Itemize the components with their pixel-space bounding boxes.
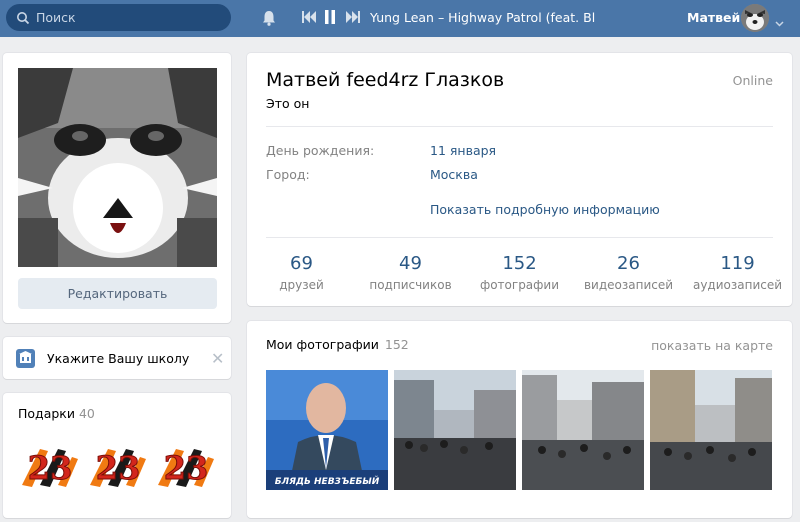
birthday-value[interactable]: 11 января [430,143,496,158]
photos-title[interactable]: Мои фотографии 152 [266,337,409,352]
header-avatar[interactable] [741,4,769,32]
bell-icon[interactable] [260,9,278,27]
photo-thumbnail[interactable] [522,370,644,490]
gift-item[interactable]: 23 [20,441,80,491]
profile-info-card: Матвей feed4rz Глазков Online Это он Ден… [247,53,792,306]
counter-audios[interactable]: 119 аудиозаписей [683,253,792,292]
edit-profile-button[interactable]: Редактировать [18,278,217,309]
search-box[interactable] [6,4,231,31]
counter-followers[interactable]: 49 подписчиков [356,253,465,292]
show-on-map-link[interactable]: показать на карте [651,338,773,353]
profile-name: Матвей feed4rz Глазков [266,69,505,91]
profile-photo-card: Редактировать [3,53,231,323]
birthday-label: День рождения: [266,143,375,158]
city-value[interactable]: Москва [430,167,478,182]
online-status: Online [732,73,773,88]
header-user-name[interactable]: Матвей [687,10,740,25]
divider [266,126,773,127]
gift-item[interactable]: 23 [156,441,216,491]
profile-avatar[interactable] [18,68,217,267]
gifts-card: Подарки 40 23 23 23 [3,393,231,518]
search-icon [16,11,30,25]
pause-icon[interactable] [324,9,340,25]
audio-player-controls [302,9,368,25]
photos-card: Мои фотографии 152 показать на карте БЛЯД… [247,321,792,518]
counter-videos[interactable]: 26 видеозаписей [574,253,683,292]
svg-text:БЛЯДЬ НЕВЗЪЕБЫЙ: БЛЯДЬ НЕВЗЪЕБЫЙ [275,475,380,487]
school-icon [16,349,35,368]
school-prompt[interactable]: Укажите Вашу школу ✕ [3,337,231,379]
photo-thumbnail[interactable] [650,370,772,490]
photo-thumbnail[interactable] [394,370,516,490]
search-input[interactable] [36,10,216,25]
previous-icon[interactable] [302,9,318,25]
now-playing-track[interactable]: Yung Lean – Highway Patrol (feat. Bla... [370,10,595,25]
photo-thumbnail[interactable]: БЛЯДЬ НЕВЗЪЕБЫЙ [266,370,388,490]
counter-friends[interactable]: 69 друзей [247,253,356,292]
svg-text:23: 23 [96,449,141,487]
counter-photos[interactable]: 152 фотографии [465,253,574,292]
chevron-down-icon[interactable] [775,15,784,30]
city-label: Город: [266,167,310,182]
top-bar: Yung Lean – Highway Patrol (feat. Bla...… [0,0,800,37]
divider [266,237,773,238]
close-icon[interactable]: ✕ [211,349,224,368]
gifts-title[interactable]: Подарки 40 [18,406,95,421]
profile-status[interactable]: Это он [266,96,309,111]
svg-text:23: 23 [164,449,209,487]
school-prompt-text[interactable]: Укажите Вашу школу [47,351,189,366]
gift-item[interactable]: 23 [88,441,148,491]
show-more-info-link[interactable]: Показать подробную информацию [430,202,660,217]
svg-text:23: 23 [28,449,73,487]
profile-counters: 69 друзей 49 подписчиков 152 фотографии … [247,253,792,292]
next-icon[interactable] [346,9,362,25]
